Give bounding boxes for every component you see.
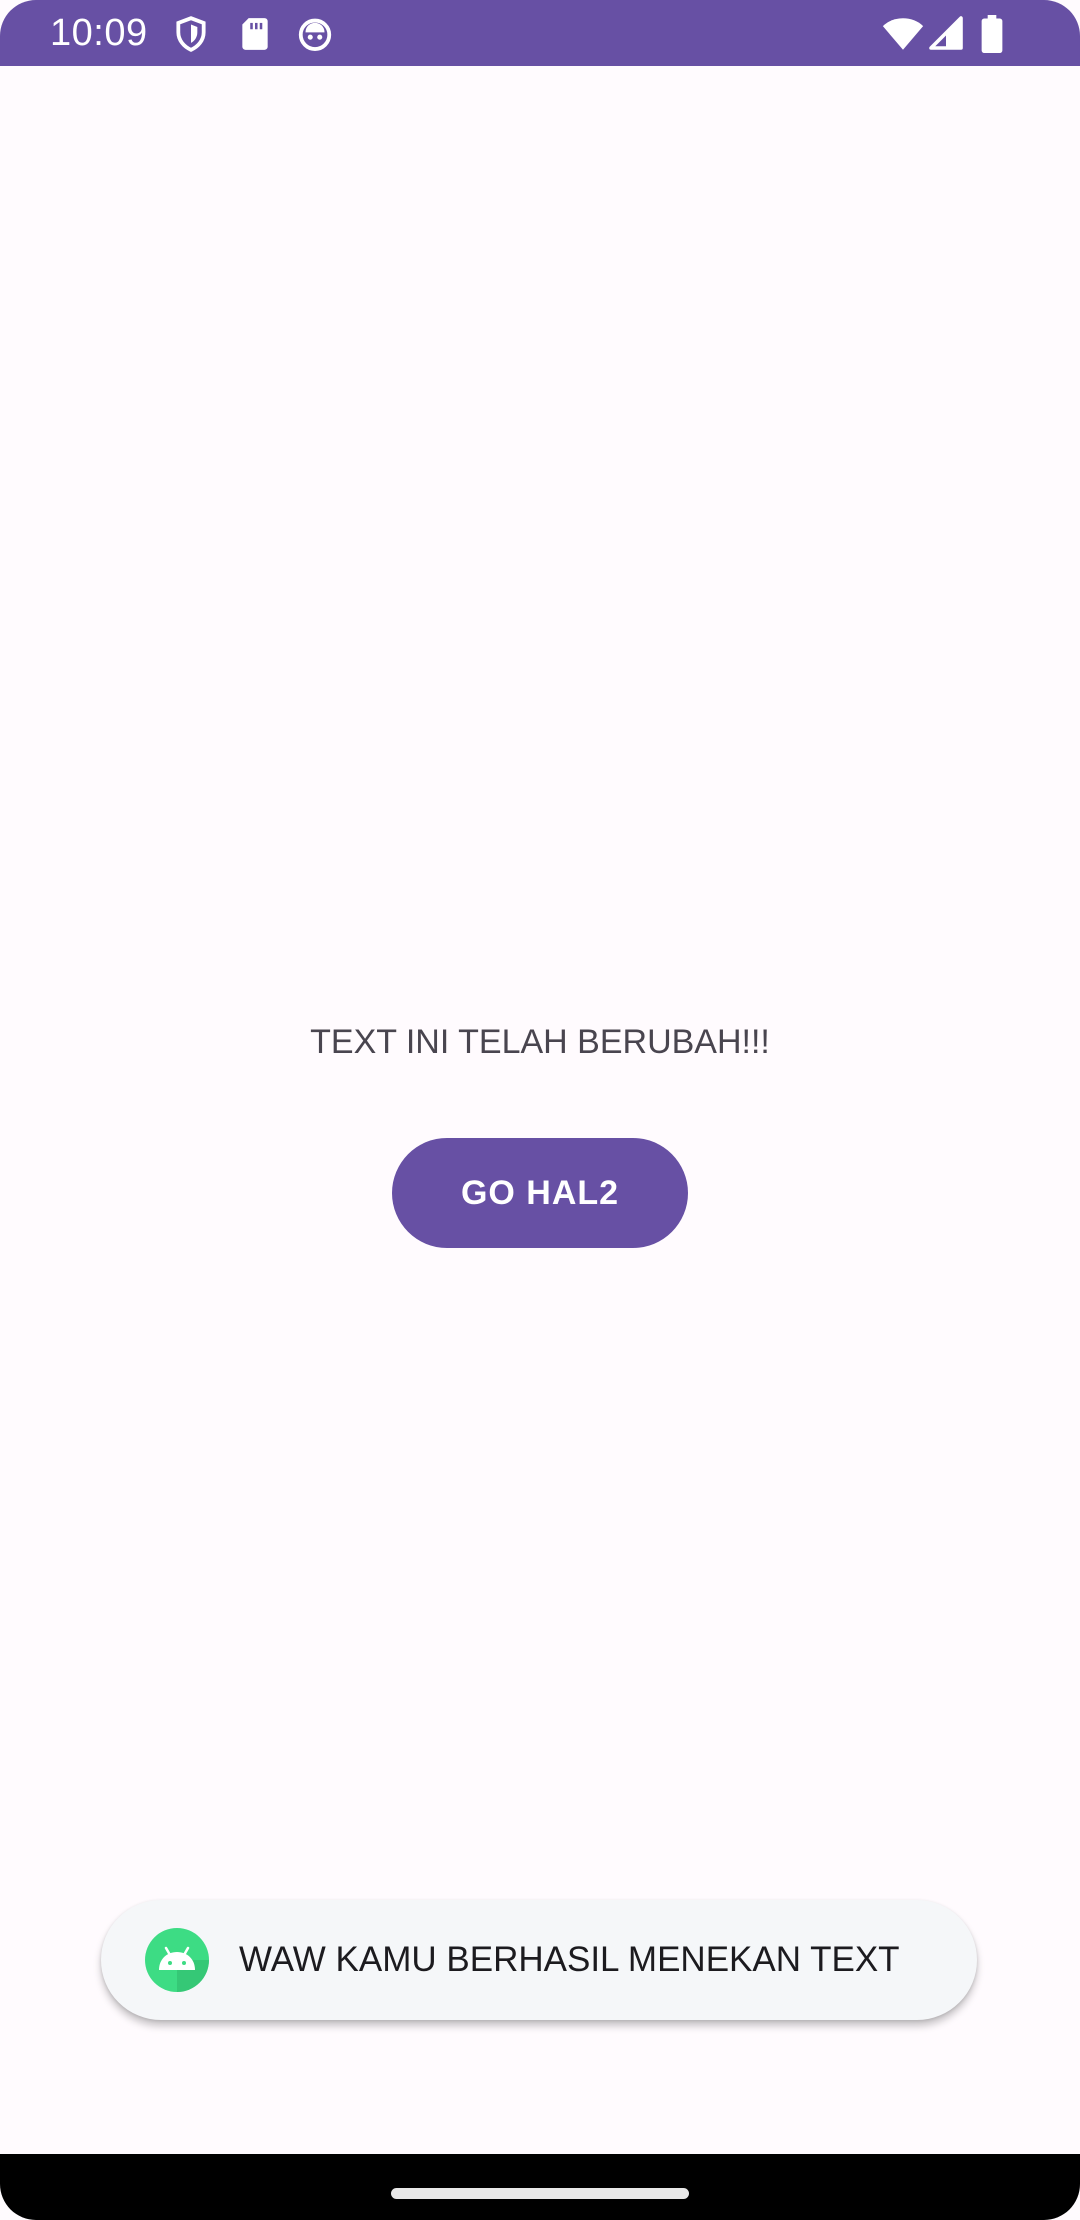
- go-hal2-button[interactable]: GO HAL2: [392, 1138, 688, 1248]
- status-time: 10:09: [50, 12, 148, 54]
- cellular-signal-icon: [928, 15, 964, 51]
- status-bar: 10:09: [0, 0, 1080, 66]
- shield-icon: [172, 15, 210, 53]
- toast-text: WAW KAMU BERHASIL MENEKAN TEXT: [239, 1940, 900, 1979]
- android-app-icon: [145, 1928, 209, 1992]
- battery-icon: [980, 15, 1004, 53]
- sd-card-icon: [236, 15, 274, 53]
- navigation-bar: [0, 2154, 1080, 2220]
- toast-message: WAW KAMU BERHASIL MENEKAN TEXT: [101, 1900, 977, 2020]
- main-text[interactable]: TEXT INI TELAH BERUBAH!!!: [0, 1020, 1080, 1064]
- wifi-icon: [882, 15, 924, 53]
- robot-face-icon: [296, 15, 334, 53]
- home-gesture-handle[interactable]: [391, 2188, 689, 2199]
